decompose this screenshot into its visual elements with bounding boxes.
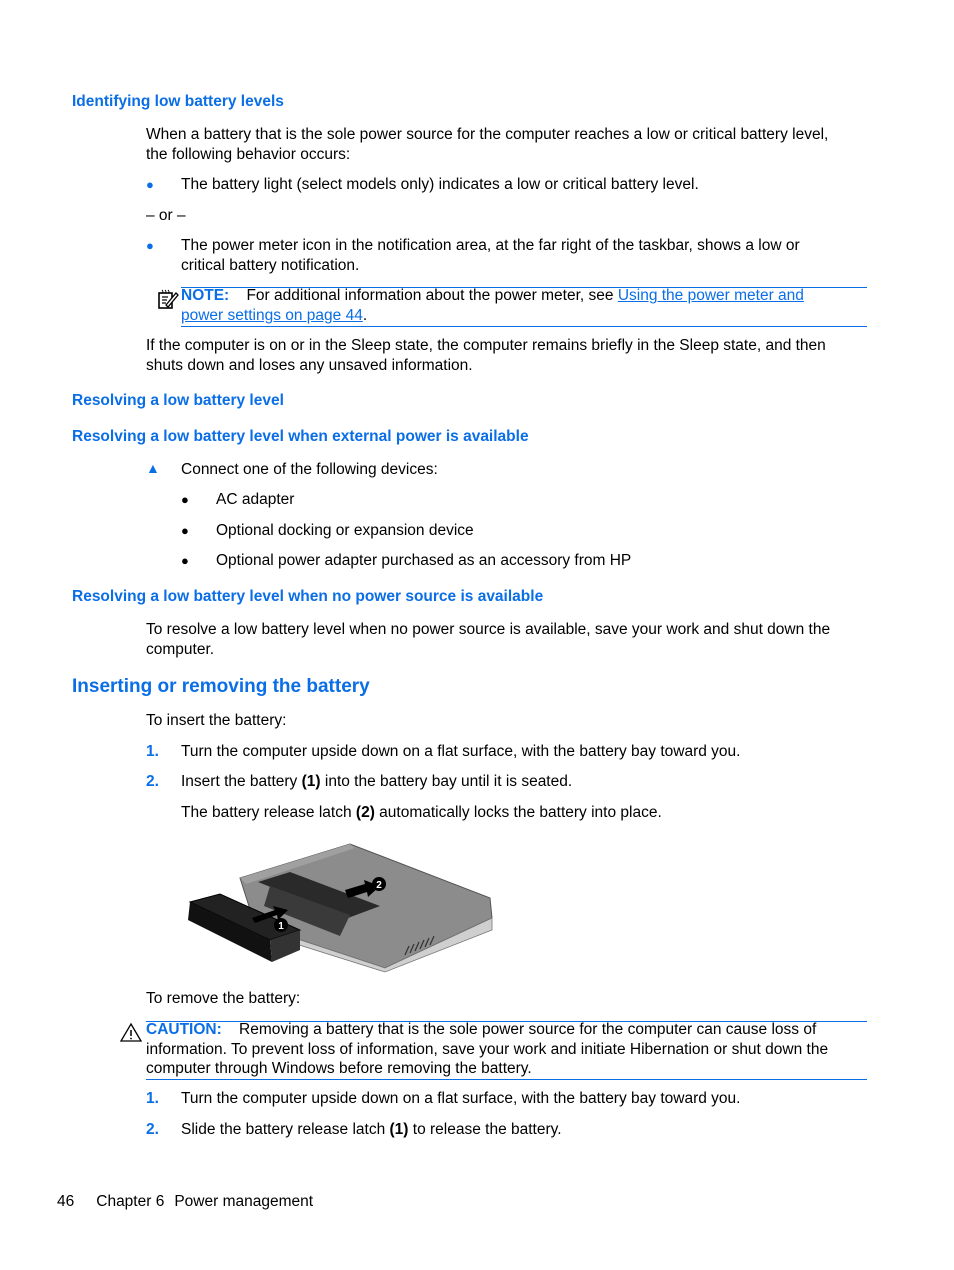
note-bottom-rule <box>181 326 867 327</box>
power-meter-link[interactable]: Using the power meter and <box>618 287 804 304</box>
caution-line-3: computer through Windows before removing… <box>146 1060 532 1077</box>
callout-1: 1 <box>278 921 284 932</box>
heading-identifying-low-battery: Identifying low battery levels <box>72 93 284 110</box>
note-pencil-icon <box>157 289 179 311</box>
step-text: Slide the battery release latch <box>181 1121 390 1138</box>
remove-step-2: Slide the battery release latch (1) to r… <box>181 1120 562 1140</box>
latch-text: The battery release latch <box>181 804 356 821</box>
no-power-line-2: computer. <box>146 640 215 658</box>
remove-intro: To remove the battery: <box>146 990 301 1007</box>
callout-2: 2 <box>376 880 382 891</box>
device-item: Optional power adapter purchased as an a… <box>216 552 632 569</box>
callout-ref: (1) <box>389 1121 409 1138</box>
heading-inserting-removing: Inserting or removing the battery <box>72 676 370 697</box>
bullet-power-meter: The power meter icon in the notification… <box>181 236 881 275</box>
power-meter-link-continued[interactable]: power settings on page 44 <box>181 307 363 324</box>
step-text: into the battery bay until it is seated. <box>320 773 573 790</box>
connect-step: Connect one of the following devices: <box>181 461 438 478</box>
remove-step-1: Turn the computer upside down on a flat … <box>181 1090 741 1107</box>
intro-paragraph: When a battery that is the sole power so… <box>146 125 876 164</box>
device-item: AC adapter <box>216 491 295 508</box>
callout-ref: (1) <box>301 773 321 790</box>
note-end-punct: . <box>362 306 368 324</box>
page-footer: 46 Chapter 6 Power management <box>57 1192 313 1212</box>
callout-ref: (2) <box>355 804 375 821</box>
bullet-icon: ● <box>181 553 189 568</box>
chapter-title: Power management <box>174 1193 314 1210</box>
step-text: Insert the battery <box>181 773 302 790</box>
heading-resolving-no-power: Resolving a low battery level when no po… <box>72 588 544 605</box>
intro-line-2: the following behavior occurs: <box>146 145 351 163</box>
heading-resolving-external-power: Resolving a low battery level when exter… <box>72 428 529 445</box>
note-text: NOTE: For additional information about t… <box>181 286 871 325</box>
caution-line-1: Removing a battery that is the sole powe… <box>239 1021 817 1038</box>
or-separator: – or – <box>146 207 186 224</box>
intro-line-1: When a battery that is the sole power so… <box>146 126 829 143</box>
note-body: For additional information about the pow… <box>246 287 614 304</box>
step-number: 2. <box>146 773 159 790</box>
no-power-paragraph: To resolve a low battery level when no p… <box>146 620 876 659</box>
insert-intro: To insert the battery: <box>146 712 287 729</box>
step-text: to release the battery. <box>408 1121 562 1138</box>
insert-step-1: Turn the computer upside down on a flat … <box>181 743 741 760</box>
triangle-step-icon: ▲ <box>146 460 160 476</box>
caution-label: CAUTION: <box>146 1021 222 1038</box>
bullet-battery-light: The battery light (select models only) i… <box>181 176 699 193</box>
page-number: 46 <box>57 1193 75 1210</box>
caution-line-2: information. To prevent loss of informat… <box>146 1040 829 1058</box>
note-label: NOTE: <box>181 287 230 304</box>
step-number: 1. <box>146 743 159 760</box>
bullet-icon: ● <box>181 523 189 538</box>
caution-warning-icon <box>119 1022 143 1042</box>
sleep-paragraph: If the computer is on or in the Sleep st… <box>146 336 876 375</box>
insert-step-2: Insert the battery (1) into the battery … <box>181 772 572 792</box>
sleep-line-1: If the computer is on or in the Sleep st… <box>146 337 826 354</box>
sleep-line-2: shuts down and loses any unsaved informa… <box>146 356 473 374</box>
bullet-icon: ● <box>146 177 154 192</box>
caution-bottom-rule <box>146 1079 867 1080</box>
bullet-power-meter-line-2: critical battery notification. <box>181 256 360 274</box>
step-number: 2. <box>146 1121 159 1138</box>
heading-resolving-low-battery: Resolving a low battery level <box>72 392 284 409</box>
chapter-label: Chapter 6 <box>96 1193 165 1210</box>
latch-note: The battery release latch (2) automatica… <box>181 803 662 823</box>
bullet-power-meter-line-1: The power meter icon in the notification… <box>181 237 800 254</box>
latch-text: automatically locks the battery into pla… <box>374 804 662 821</box>
bullet-icon: ● <box>146 238 154 253</box>
bullet-icon: ● <box>181 492 189 507</box>
caution-text: CAUTION: Removing a battery that is the … <box>146 1020 871 1079</box>
step-number: 1. <box>146 1090 159 1107</box>
device-item: Optional docking or expansion device <box>216 522 474 539</box>
battery-insert-illustration: 1 2 <box>180 840 500 975</box>
no-power-line-1: To resolve a low battery level when no p… <box>146 621 831 638</box>
